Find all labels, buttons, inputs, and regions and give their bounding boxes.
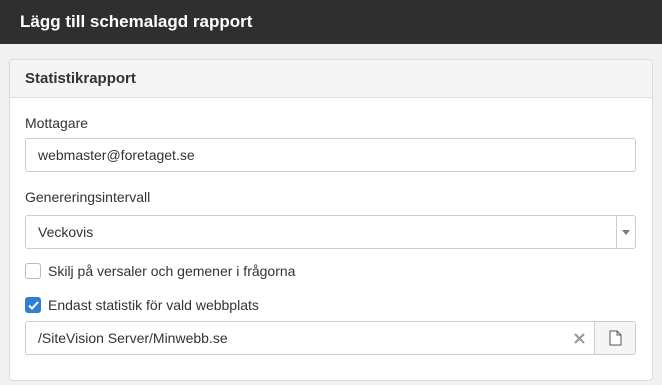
checkmark-icon — [27, 300, 39, 310]
site-path-field[interactable]: /SiteVision Server/Minwebb.se — [25, 321, 636, 355]
site-only-checkbox[interactable] — [25, 297, 41, 313]
case-sensitive-checkbox[interactable] — [25, 263, 41, 279]
dialog-titlebar: Lägg till schemalagd rapport — [0, 0, 662, 44]
recipient-value: webmaster@foretaget.se — [38, 147, 195, 163]
site-path-value: /SiteVision Server/Minwebb.se — [38, 330, 228, 346]
site-only-label: Endast statistik för vald webbplats — [48, 297, 259, 313]
dialog-title: Lägg till schemalagd rapport — [20, 12, 253, 31]
report-panel: Statistikrapport Mottagare webmaster@for… — [9, 59, 653, 381]
panel-title: Statistikrapport — [25, 70, 136, 87]
file-browse-button[interactable] — [594, 322, 635, 354]
interval-select[interactable]: Veckovis — [25, 215, 636, 249]
recipient-label: Mottagare — [25, 115, 89, 131]
file-icon — [609, 330, 621, 346]
case-sensitive-label: Skilj på versaler och gemener i frågorna — [48, 263, 296, 279]
chevron-down-icon[interactable] — [616, 216, 635, 248]
close-icon[interactable] — [564, 322, 594, 354]
recipient-input[interactable]: webmaster@foretaget.se — [25, 138, 636, 172]
site-only-option[interactable]: Endast statistik för vald webbplats — [25, 297, 259, 313]
interval-label: Genereringsintervall — [25, 189, 151, 205]
case-sensitive-option[interactable]: Skilj på versaler och gemener i frågorna — [25, 263, 295, 279]
interval-selected-value: Veckovis — [38, 224, 94, 240]
panel-heading: Statistikrapport — [10, 60, 652, 98]
